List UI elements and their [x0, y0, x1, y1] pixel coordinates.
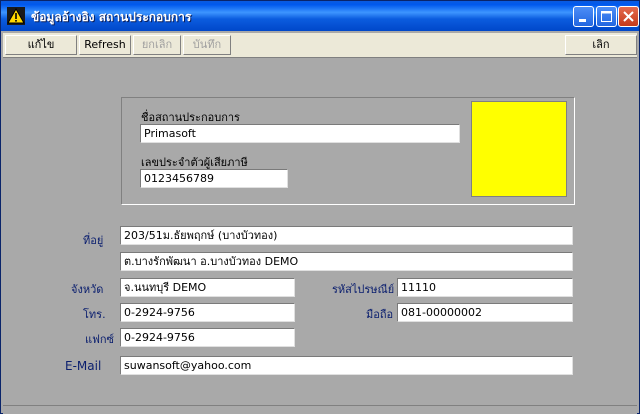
minimize-button[interactable]: [573, 6, 594, 27]
phone-field[interactable]: 0-2924-9756: [120, 303, 295, 322]
edit-button[interactable]: แก้ไข: [5, 35, 77, 55]
address-label: ที่อยู่: [83, 234, 104, 247]
email-label: E-Mail: [65, 359, 102, 373]
save-button[interactable]: บันทึก: [183, 35, 231, 55]
fax-field[interactable]: 0-2924-9756: [120, 328, 295, 347]
toolbar: แก้ไข Refresh ยกเลิก บันทึก เลิก: [3, 33, 637, 58]
maximize-button[interactable]: [596, 6, 617, 27]
mobile-field[interactable]: 081-00000002: [397, 303, 573, 322]
postcode-label: รหัสไปรษณีย์: [332, 283, 395, 296]
main-window: ข้อมูลอ้างอิง สถานประกอบการ แก้ไข Refres…: [0, 0, 640, 414]
province-field[interactable]: จ.นนทบุรี DEMO: [120, 278, 295, 297]
close-button[interactable]: [618, 6, 639, 27]
company-name-field[interactable]: Primasoft: [140, 124, 460, 143]
mobile-label: มือถือ: [366, 308, 394, 321]
tax-id-field[interactable]: 0123456789: [140, 169, 288, 188]
window-title: ข้อมูลอ้างอิง สถานประกอบการ: [31, 10, 192, 24]
postcode-field[interactable]: 11110: [397, 278, 573, 297]
company-logo-image[interactable]: [471, 101, 567, 197]
address-line1-field[interactable]: 203/51ม.ธัยพฤกษ์ (บางบัวทอง): [120, 226, 573, 245]
refresh-button[interactable]: Refresh: [79, 35, 131, 55]
fax-label: แฟกซ์: [85, 333, 115, 346]
exit-button[interactable]: เลิก: [565, 35, 637, 55]
address-line2-field[interactable]: ต.บางรักพัฒนา อ.บางบัวทอง DEMO: [120, 252, 573, 271]
app-warning-icon: [7, 7, 25, 25]
undo-button[interactable]: ยกเลิก: [133, 35, 181, 55]
phone-label: โทร.: [83, 308, 106, 321]
email-field[interactable]: suwansoft@yahoo.com: [120, 356, 573, 375]
province-label: จังหวัด: [71, 283, 104, 296]
window-bottom-edge: [3, 405, 637, 414]
title-bar[interactable]: ข้อมูลอ้างอิง สถานประกอบการ: [1, 1, 639, 31]
